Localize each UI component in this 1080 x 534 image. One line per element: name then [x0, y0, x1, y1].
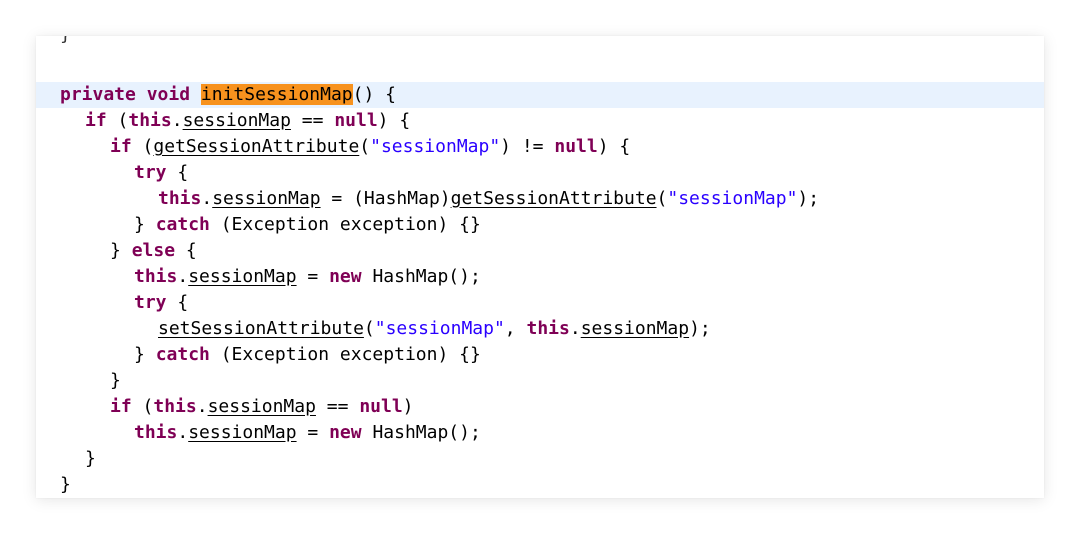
- string-token: "sessionMap": [667, 188, 798, 209]
- identifier-token: getSessionAttribute: [153, 136, 360, 157]
- code-token: (: [131, 136, 154, 157]
- code-token: ,: [504, 318, 527, 339]
- code-line[interactable]: } catch (Exception exception) {}: [36, 342, 1044, 368]
- keyword-token: if: [85, 110, 107, 131]
- code-line[interactable]: } catch (Exception exception) {}: [36, 212, 1044, 238]
- string-token: "sessionMap": [374, 318, 505, 339]
- code-token: .: [177, 422, 189, 443]
- code-line[interactable]: if (this.sessionMap == null) {: [36, 108, 1044, 134]
- keyword-token: try: [134, 162, 167, 183]
- code-line[interactable]: if (this.sessionMap == null): [36, 394, 1044, 420]
- keyword-token: new: [329, 266, 362, 287]
- identifier-token: sessionMap: [212, 188, 321, 209]
- identifier-token: sessionMap: [580, 318, 690, 339]
- code-token: (Exception exception) {}: [209, 214, 481, 235]
- code-line[interactable]: }: [36, 472, 1044, 498]
- keyword-token: this: [153, 396, 197, 417]
- keyword-token: private: [60, 84, 136, 105]
- identifier-token: getSessionAttribute: [450, 188, 657, 209]
- code-token: .: [569, 318, 581, 339]
- code-token: .: [196, 396, 208, 417]
- keyword-token: this: [134, 422, 178, 443]
- code-token: (: [363, 318, 375, 339]
- code-token: .: [177, 266, 189, 287]
- code-token: (: [359, 136, 371, 157]
- code-block: }private void initSessionMap() {if (this…: [36, 36, 1044, 498]
- code-token: HashMap();: [361, 422, 481, 443]
- code-line[interactable]: this.sessionMap = new HashMap();: [36, 420, 1044, 446]
- keyword-token: new: [329, 422, 362, 443]
- code-token: (: [656, 188, 668, 209]
- code-line[interactable]: try {: [36, 160, 1044, 186]
- keyword-token: this: [526, 318, 570, 339]
- keyword-token: null: [334, 110, 378, 131]
- keyword-token: void: [146, 84, 191, 105]
- code-token: (: [106, 110, 129, 131]
- keyword-token: null: [359, 396, 403, 417]
- code-token: }: [60, 36, 71, 45]
- identifier-token: sessionMap: [188, 422, 297, 443]
- code-token: (Exception exception) {}: [209, 344, 481, 365]
- code-token: = (HashMap): [320, 188, 451, 209]
- code-line-current[interactable]: private void initSessionMap() {: [36, 82, 1044, 108]
- code-token: ) {: [377, 110, 411, 131]
- code-line[interactable]: try {: [36, 290, 1044, 316]
- code-token: {: [175, 240, 197, 261]
- keyword-token: catch: [155, 344, 210, 365]
- code-line[interactable]: this.sessionMap = new HashMap();: [36, 264, 1044, 290]
- highlighted-identifier: initSessionMap: [200, 84, 353, 105]
- code-token: );: [797, 188, 820, 209]
- code-line[interactable]: setSessionAttribute("sessionMap", this.s…: [36, 316, 1044, 342]
- keyword-token: this: [128, 110, 172, 131]
- identifier-token: sessionMap: [207, 396, 316, 417]
- code-token: (: [131, 396, 154, 417]
- code-token: ): [402, 396, 414, 417]
- code-token: }: [134, 344, 156, 365]
- code-line[interactable]: }: [36, 36, 1044, 56]
- keyword-token: this: [134, 266, 178, 287]
- code-token: =: [296, 422, 330, 443]
- code-token: }: [85, 448, 96, 469]
- identifier-token: sessionMap: [182, 110, 291, 131]
- code-token: );: [689, 318, 711, 339]
- code-token: }: [110, 240, 132, 261]
- code-line[interactable]: [36, 56, 1044, 82]
- keyword-token: else: [131, 240, 176, 261]
- code-token: }: [134, 214, 156, 235]
- code-token: HashMap();: [361, 266, 481, 287]
- code-token: () {: [352, 84, 396, 105]
- code-token: }: [60, 474, 71, 495]
- keyword-token: null: [554, 136, 598, 157]
- keyword-token: this: [158, 188, 202, 209]
- code-token: }: [110, 370, 121, 391]
- code-token: {: [166, 162, 189, 183]
- code-token: ==: [290, 110, 335, 131]
- code-editor-panel[interactable]: }private void initSessionMap() {if (this…: [36, 36, 1044, 498]
- screenshot-canvas: }private void initSessionMap() {if (this…: [0, 0, 1080, 534]
- code-token: =: [296, 266, 330, 287]
- code-token: ) !=: [500, 136, 555, 157]
- code-line[interactable]: }: [36, 446, 1044, 472]
- code-token: .: [171, 110, 183, 131]
- identifier-token: sessionMap: [188, 266, 297, 287]
- string-token: "sessionMap": [370, 136, 501, 157]
- code-token: ) {: [597, 136, 631, 157]
- keyword-token: if: [110, 396, 132, 417]
- code-line[interactable]: }: [36, 368, 1044, 394]
- keyword-token: try: [134, 292, 167, 313]
- code-token: ==: [315, 396, 360, 417]
- keyword-token: catch: [155, 214, 210, 235]
- code-line[interactable]: } else {: [36, 238, 1044, 264]
- code-token: .: [201, 188, 213, 209]
- identifier-token: setSessionAttribute: [158, 318, 364, 339]
- code-token: {: [166, 292, 189, 313]
- code-line[interactable]: this.sessionMap = (HashMap)getSessionAtt…: [36, 186, 1044, 212]
- code-line[interactable]: if (getSessionAttribute("sessionMap") !=…: [36, 134, 1044, 160]
- keyword-token: if: [110, 136, 132, 157]
